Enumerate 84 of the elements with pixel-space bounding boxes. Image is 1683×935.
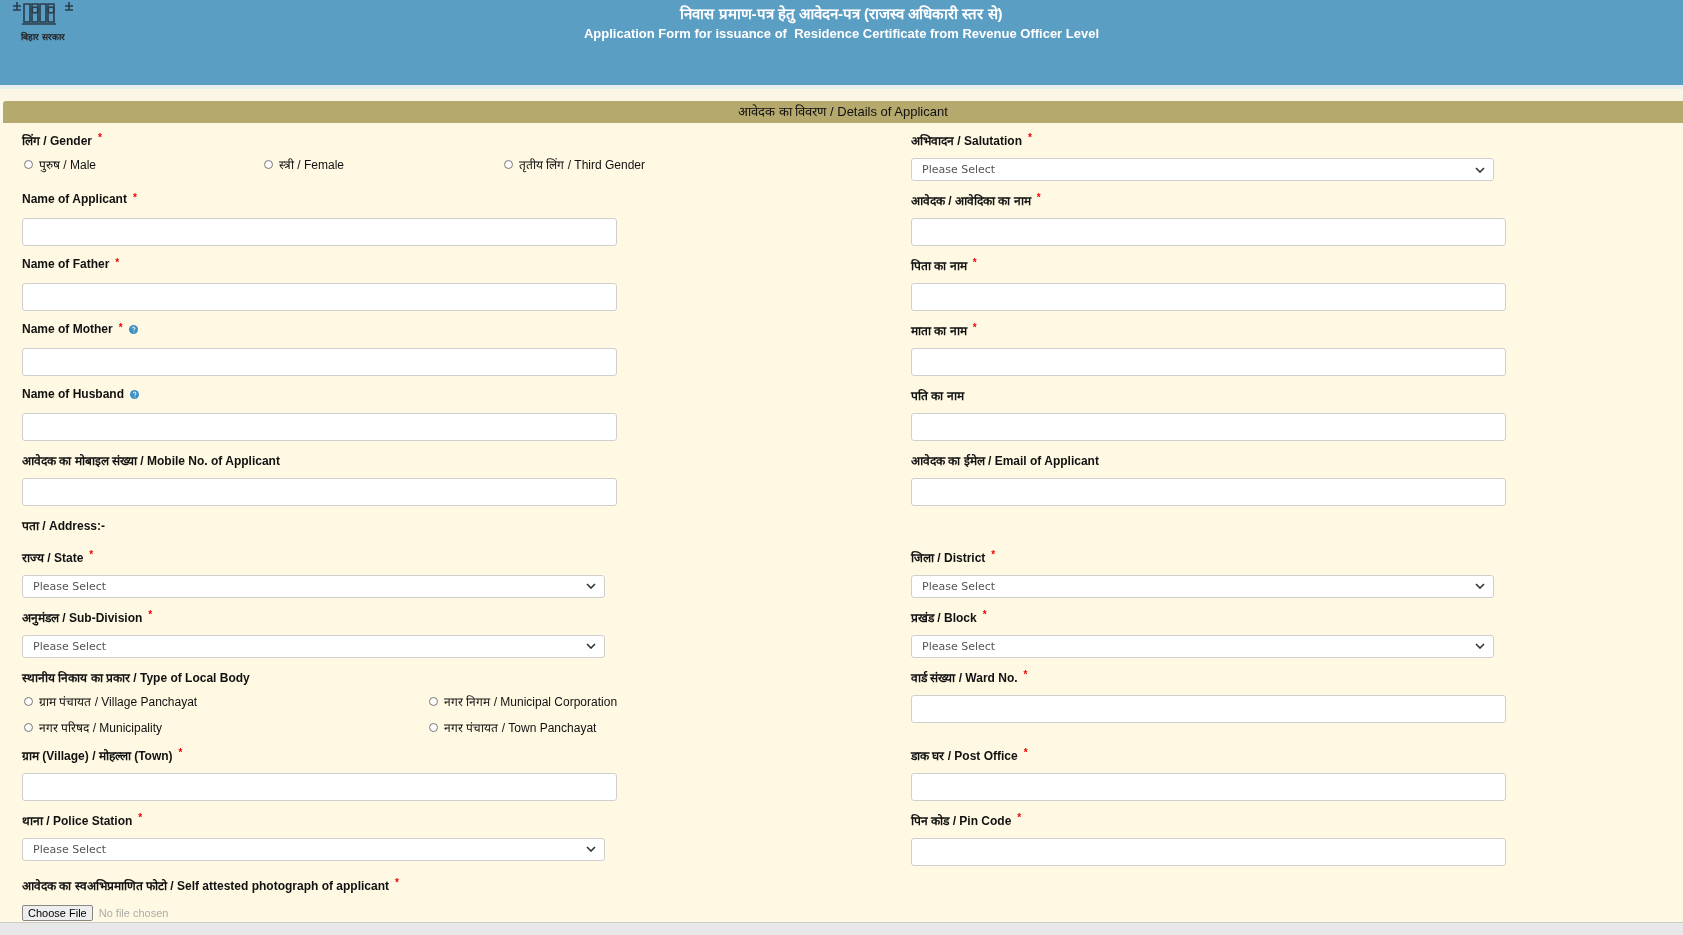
required-mark: * [138, 811, 143, 823]
radio-option[interactable]: स्त्री / Female [262, 156, 502, 173]
form-title-english: Application Form for issuance of Residence Certificate from Revenue Officer Level [583, 25, 1100, 43]
field-label: Name of Applicant [22, 192, 127, 207]
text-input-field[interactable] [22, 772, 617, 801]
required-mark: * [1023, 668, 1028, 680]
text-input-field[interactable] [911, 772, 1506, 801]
section-label: पता / Address:- [22, 518, 105, 535]
required-mark: * [991, 548, 996, 560]
emblem-logo-icon [10, 0, 76, 28]
field-label: राज्य / State [22, 549, 84, 566]
required-mark: * [1017, 811, 1022, 823]
chevron-down-icon [1475, 583, 1485, 590]
field-label: वार्ड संख्या / Ward No. [911, 669, 1018, 686]
required-mark: * [178, 746, 183, 758]
logo-caption: बिहार सरकार [21, 30, 65, 43]
field-label: Name of Father [22, 257, 110, 272]
field-label: Name of Husband [22, 387, 124, 402]
text-input-field[interactable] [911, 348, 1506, 377]
field-label: आवेदक का मोबाइल संख्या / Mobile No. of Applicant [22, 453, 280, 470]
chevron-down-icon [1475, 166, 1485, 173]
file-status: No file chosen [98, 906, 169, 919]
radio-option[interactable]: नगर निगम / Municipal Corporation [427, 692, 677, 710]
chevron-down-icon [586, 583, 596, 590]
dropdown-select[interactable]: Please Select [22, 837, 605, 861]
field-label: आवेदक का स्वअभिप्रमाणित फोटो / Self attested photograph of applicant [22, 877, 389, 894]
text-input-field[interactable] [22, 478, 617, 507]
help-icon[interactable] [128, 325, 138, 335]
text-input-field[interactable] [911, 218, 1506, 247]
chevron-down-icon [586, 643, 596, 650]
radio-option[interactable]: नगर परिषद / Municipality [22, 718, 427, 736]
radio-option[interactable]: पुरुष / Male [22, 156, 262, 173]
text-input-field[interactable] [22, 348, 617, 377]
required-mark: * [98, 132, 102, 143]
required-mark: * [1028, 132, 1032, 143]
text-input-field[interactable] [22, 413, 617, 442]
text-input-field[interactable] [22, 218, 617, 247]
field-label: अभिवादन / Salutation [911, 133, 1022, 149]
text-input-field[interactable] [22, 283, 617, 312]
required-mark: * [118, 322, 123, 334]
required-mark: * [982, 608, 987, 620]
text-input-field[interactable] [911, 478, 1506, 507]
required-mark: * [1023, 746, 1028, 758]
field-label: आवेदक / आवेदिका का नाम [911, 193, 1031, 210]
chevron-down-icon [1475, 643, 1485, 650]
form-title-hindi: निवास प्रमाण-पत्र हेतु आवेदन-पत्र (राजस्व अधिकारी स्तर से) [680, 4, 1003, 24]
dropdown-select[interactable]: Please Select [911, 634, 1494, 658]
dropdown-select[interactable]: Please Select [22, 574, 605, 598]
choose-file-button[interactable]: Choose File [22, 904, 93, 921]
dropdown-select[interactable]: Please Select [911, 158, 1494, 181]
field-label: थाना / Police Station [22, 812, 133, 829]
field-label: जिला / District [911, 549, 986, 566]
field-label: डाक घर / Post Office [911, 747, 1018, 764]
field-label: लिंग / Gender [22, 133, 92, 149]
required-mark: * [148, 608, 153, 620]
chevron-down-icon [586, 846, 596, 853]
field-label: पति का नाम [911, 388, 964, 405]
field-label: ग्राम (Village) / मोहल्ला (Town) [22, 747, 173, 764]
radio-option[interactable]: तृतीय लिंग / Third Gender [502, 156, 742, 173]
required-mark: * [395, 876, 399, 888]
text-input-field[interactable] [911, 413, 1506, 442]
required-mark: * [1036, 192, 1041, 204]
field-label: Name of Mother [22, 322, 113, 337]
dropdown-select[interactable]: Please Select [22, 634, 605, 658]
help-icon[interactable] [130, 390, 139, 400]
field-label: आवेदक का ईमेल / Email of Applicant [911, 453, 1099, 470]
required-mark: * [132, 192, 137, 204]
required-mark: * [89, 548, 94, 560]
required-mark: * [115, 257, 120, 269]
field-label: पिता का नाम [911, 258, 967, 275]
field-label: पिन कोड / Pin Code [911, 812, 1012, 829]
field-label: प्रखंड / Block [911, 609, 977, 626]
dropdown-select[interactable]: Please Select [911, 574, 1494, 598]
radio-option[interactable]: नगर पंचायत / Town Panchayat [427, 718, 677, 736]
field-label: माता का नाम [911, 323, 967, 340]
text-input-field[interactable] [911, 283, 1506, 312]
text-input-field[interactable] [911, 837, 1506, 866]
field-label: स्थानीय निकाय का प्रकार / Type of Local Body [22, 669, 250, 686]
field-label: अनुमंडल / Sub-Division [22, 609, 143, 626]
radio-option[interactable]: ग्राम पंचायत / Village Panchayat [22, 692, 427, 710]
section-header: आवेदक का विवरण / Details of Applicant [3, 101, 1683, 123]
required-mark: * [972, 257, 977, 269]
required-mark: * [972, 322, 977, 334]
text-input-field[interactable] [911, 694, 1506, 723]
